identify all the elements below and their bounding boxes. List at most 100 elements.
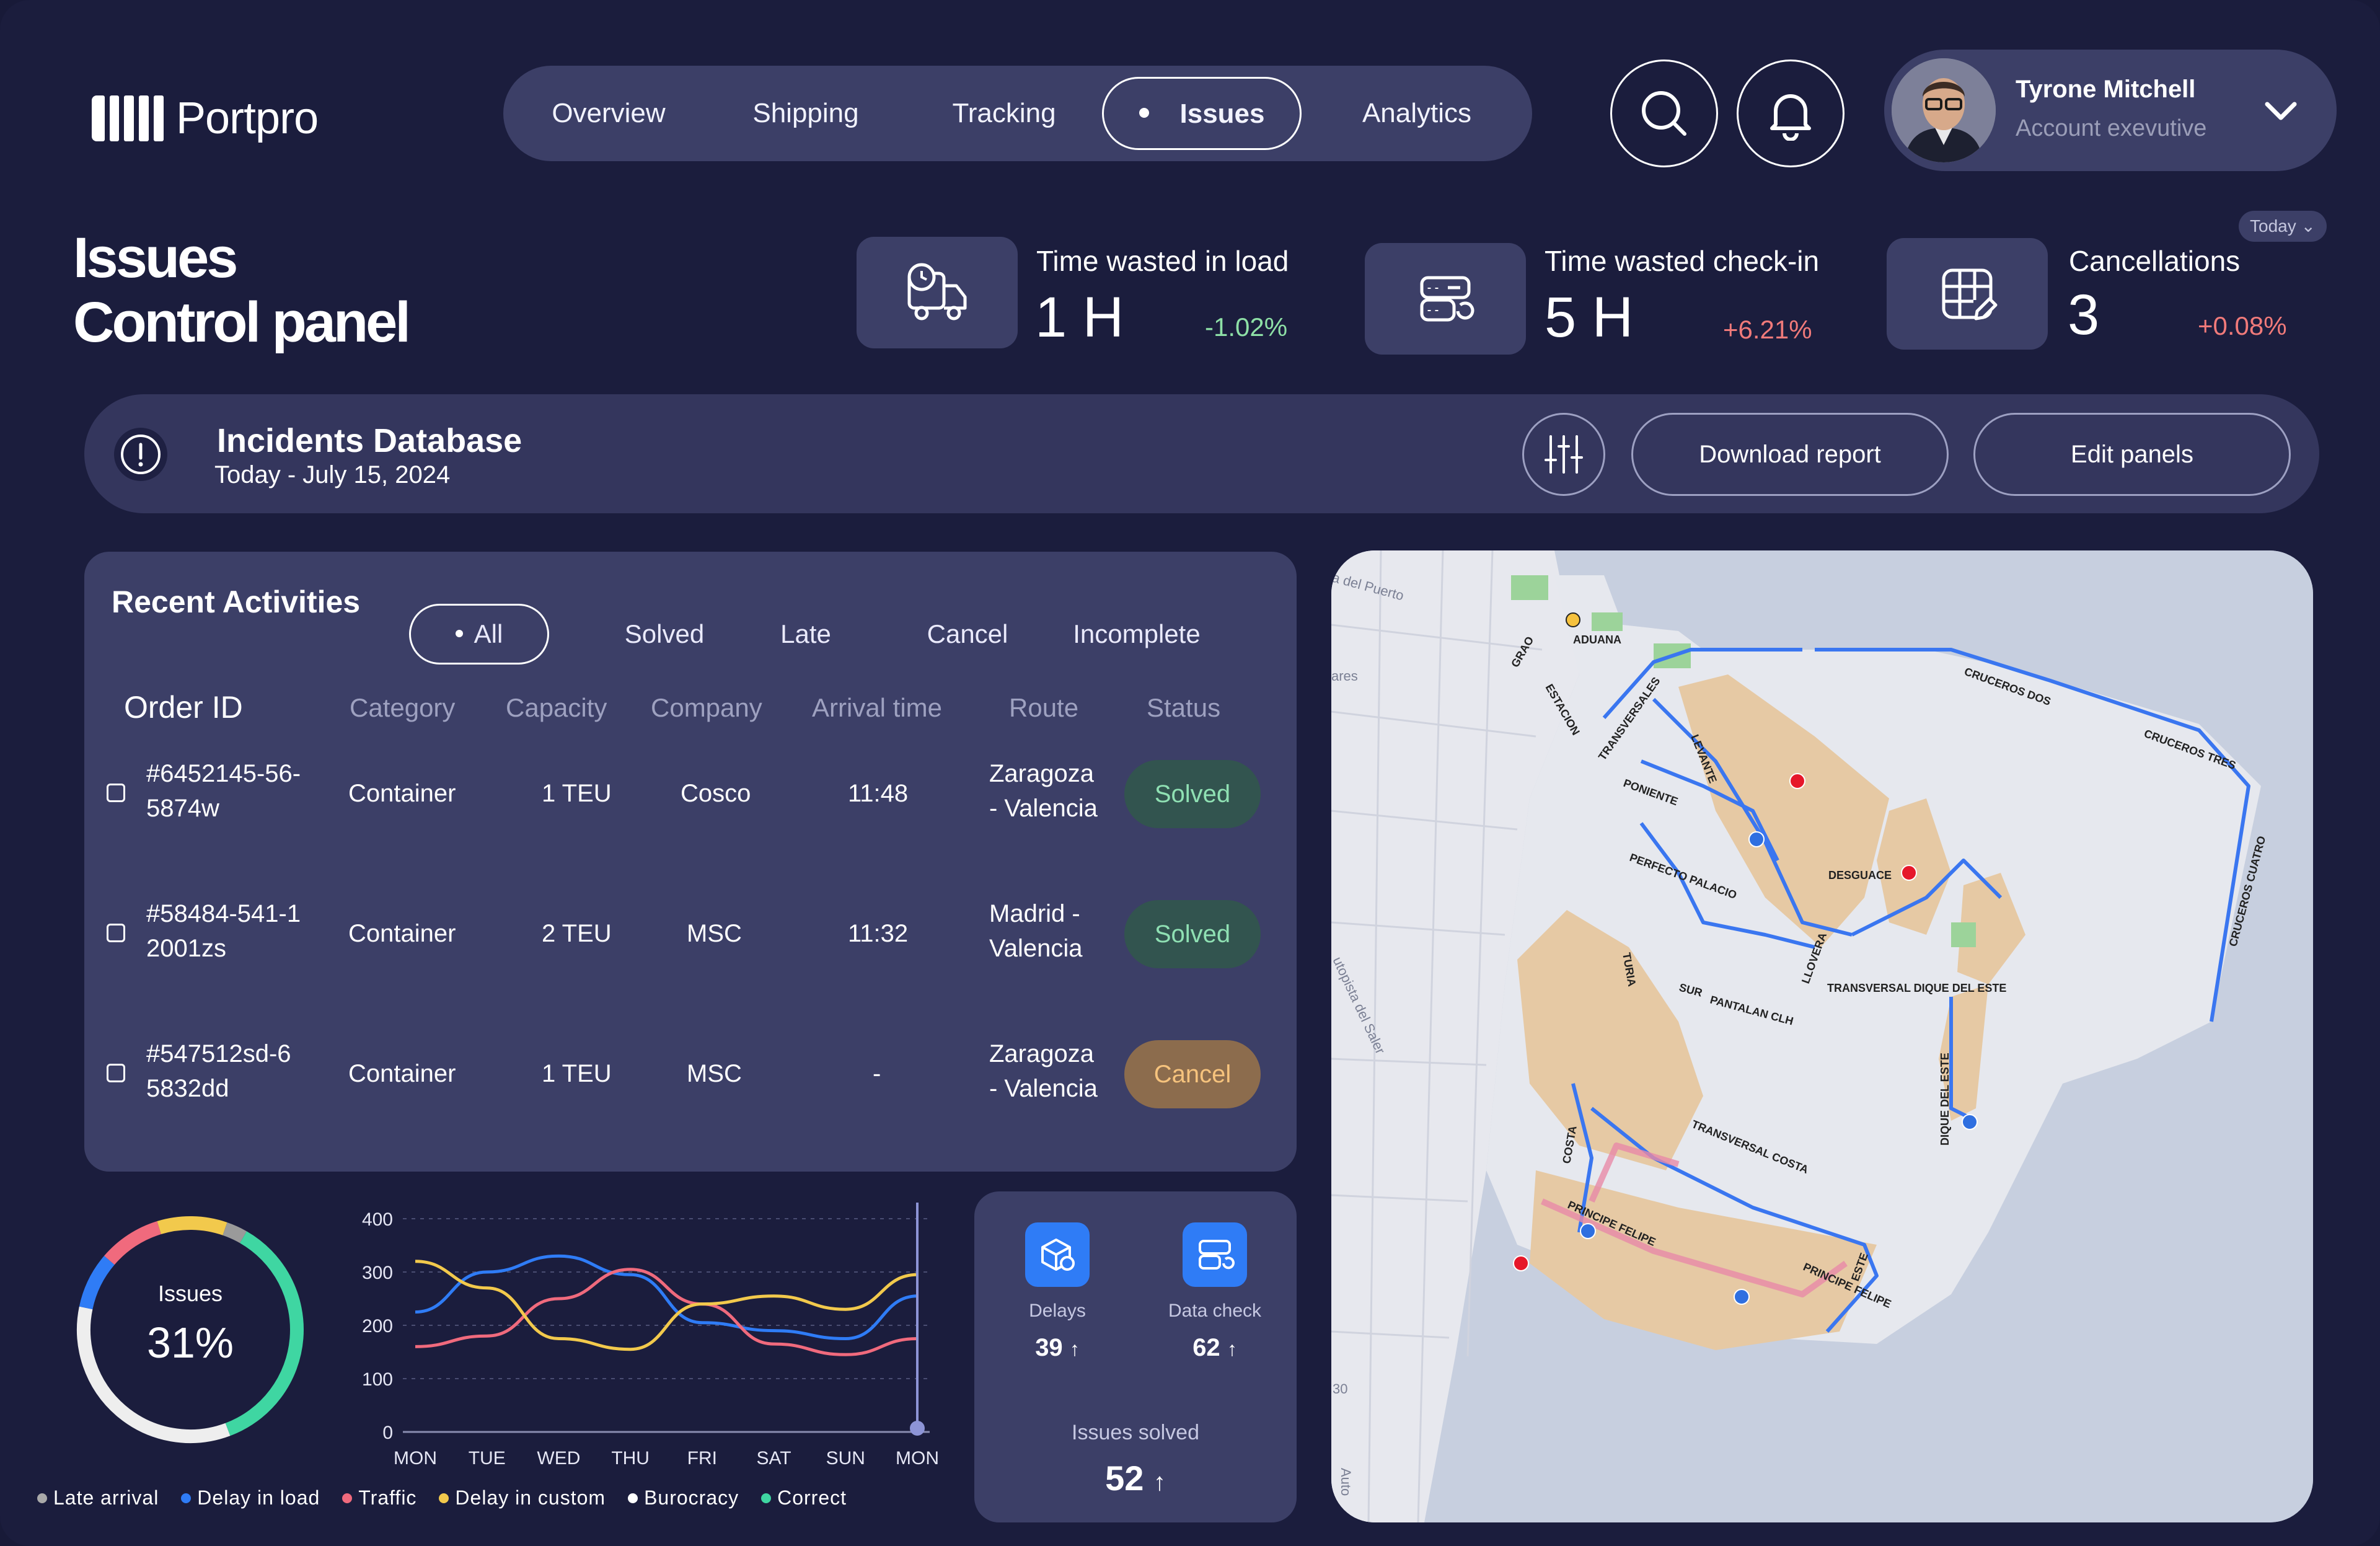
x-tick-label: TUE [469, 1448, 506, 1469]
nav-issues[interactable]: Issues [1102, 77, 1302, 150]
port-map[interactable]: ADUANA GRAO ESTACION TRANSVERSALES LEVAN… [1331, 550, 2313, 1522]
period-selector[interactable]: Today ⌄ [2239, 211, 2327, 242]
highlight-point[interactable] [910, 1421, 925, 1436]
marker-red[interactable] [1901, 865, 1917, 881]
server-refresh-icon [1420, 276, 1474, 322]
col-order-id[interactable]: Order ID [124, 689, 243, 725]
search-button[interactable] [1610, 60, 1718, 167]
legend-item[interactable]: Delay in custom [439, 1486, 606, 1509]
delays-icon-box[interactable] [1025, 1222, 1090, 1287]
chevron-down-icon[interactable] [2263, 100, 2298, 121]
delays-label: Delays [1029, 1301, 1086, 1321]
nav-issues-label: Issues [1179, 99, 1265, 129]
period-label: Today [2250, 216, 2296, 236]
chevron-down-icon: ⌄ [2301, 216, 2316, 236]
nav-tracking[interactable]: Tracking [937, 66, 1071, 161]
row-checkbox[interactable] [107, 1064, 125, 1082]
filter-all[interactable]: All [409, 604, 549, 665]
green-area [1592, 612, 1623, 631]
arrival-time: 11:48 [848, 780, 909, 807]
filter-incomplete[interactable]: Incomplete [1038, 604, 1236, 665]
col-company[interactable]: Company [651, 693, 762, 723]
legend-dot-icon [439, 1493, 449, 1503]
user-profile-menu[interactable]: Tyrone Mitchell Account exevutive [1884, 50, 2337, 171]
legend-label: Traffic [358, 1486, 417, 1509]
col-arrival-time[interactable]: Arrival time [812, 693, 942, 723]
y-tick-label: 400 [362, 1209, 393, 1230]
series-line[interactable] [415, 1268, 918, 1356]
legend-dot-icon [181, 1493, 192, 1503]
status-badge[interactable]: Solved [1124, 900, 1261, 968]
incidents-title: Incidents Database [217, 422, 522, 459]
nav-shipping[interactable]: Shipping [743, 66, 869, 161]
marker-red[interactable] [1513, 1255, 1529, 1271]
y-tick-label: 200 [362, 1316, 393, 1336]
legend-item[interactable]: Burocracy [628, 1486, 739, 1509]
route-line2: - Valencia [989, 1075, 1098, 1102]
marker-yellow[interactable] [1566, 612, 1580, 627]
stat-checkin-icon-box [1365, 243, 1526, 355]
legend-item[interactable]: Delay in load [181, 1486, 320, 1509]
map-label: TRANSVERSAL DIQUE DEL ESTE [1827, 982, 2006, 994]
stat-load-change: -1.02% [1205, 312, 1288, 342]
col-category[interactable]: Category [350, 693, 455, 723]
category: Container [348, 780, 456, 807]
status-badge[interactable]: Solved [1124, 760, 1261, 828]
x-tick-label: WED [537, 1448, 580, 1469]
legend-item[interactable]: Correct [761, 1486, 847, 1509]
row-checkbox[interactable] [107, 924, 125, 942]
route-line1: Zaragoza [989, 760, 1094, 787]
marker-blue[interactable] [1962, 1114, 1978, 1130]
datacheck-icon-box[interactable] [1183, 1222, 1247, 1287]
row-checkbox[interactable] [107, 784, 125, 802]
filter-settings-button[interactable] [1522, 413, 1605, 496]
route-line1: Zaragoza [989, 1040, 1094, 1067]
marker-blue[interactable] [1580, 1223, 1596, 1239]
download-report-button[interactable]: Download report [1631, 413, 1949, 496]
nav-overview[interactable]: Overview [547, 66, 671, 161]
search-icon [1642, 91, 1686, 136]
stat-load-icon-box [857, 237, 1018, 348]
page-title-line2: Control panel [73, 291, 411, 354]
filter-solved[interactable]: Solved [615, 604, 714, 665]
issues-solved-number: 52 [1105, 1459, 1144, 1498]
col-status[interactable]: Status [1147, 693, 1220, 723]
route: Zaragoza - Valencia [989, 756, 1098, 826]
col-route[interactable]: Route [1009, 693, 1078, 723]
recent-activities-panel: Recent Activities All Solved Late Cancel… [84, 552, 1297, 1172]
marker-red[interactable] [1789, 773, 1805, 789]
x-tick-label: MON [394, 1448, 437, 1469]
filter-cancel[interactable]: Cancel [915, 604, 1020, 665]
portpro-logo-icon [92, 95, 164, 141]
street-label: 30 [1333, 1381, 1347, 1397]
brand-logo[interactable]: Portpro [92, 93, 319, 144]
notifications-button[interactable] [1737, 60, 1844, 167]
marker-blue[interactable] [1748, 831, 1765, 847]
legend-item[interactable]: Late arrival [37, 1486, 159, 1509]
nav-analytics[interactable]: Analytics [1346, 66, 1488, 161]
col-capacity[interactable]: Capacity [506, 693, 607, 723]
stat-cancel-icon-box [1887, 238, 2048, 350]
datacheck-value: 62 ↑ [1153, 1334, 1277, 1362]
edit-panels-button[interactable]: Edit panels [1973, 413, 2291, 496]
x-tick-label: MON [896, 1448, 939, 1469]
arrow-up-icon: ↑ [1069, 1338, 1080, 1360]
capacity: 1 TEU [542, 780, 612, 807]
delays-value: 39 ↑ [995, 1334, 1119, 1362]
active-dot-icon [455, 629, 463, 637]
legend-item[interactable]: Traffic [342, 1486, 416, 1509]
legend-label: Delay in load [197, 1486, 320, 1509]
legend-label: Late arrival [53, 1486, 159, 1509]
alert-circle-icon [121, 435, 161, 474]
incidents-date: Today - July 15, 2024 [214, 461, 451, 488]
alert-button[interactable] [114, 428, 167, 481]
issues-line-chart: 0 100 200 300 400 MON TUE WED THU FRI SAT SUN MON [347, 1196, 967, 1469]
status-badge[interactable]: Cancel [1124, 1040, 1261, 1108]
filter-late[interactable]: Late [769, 604, 843, 665]
green-area [1951, 922, 1976, 947]
order-id-line1: #547512sd-6 [146, 1040, 291, 1067]
legend-dot-icon [342, 1493, 353, 1503]
issues-solved-label: Issues solved [1072, 1421, 1199, 1444]
y-tick-label: 100 [362, 1369, 393, 1390]
marker-blue[interactable] [1734, 1289, 1750, 1305]
